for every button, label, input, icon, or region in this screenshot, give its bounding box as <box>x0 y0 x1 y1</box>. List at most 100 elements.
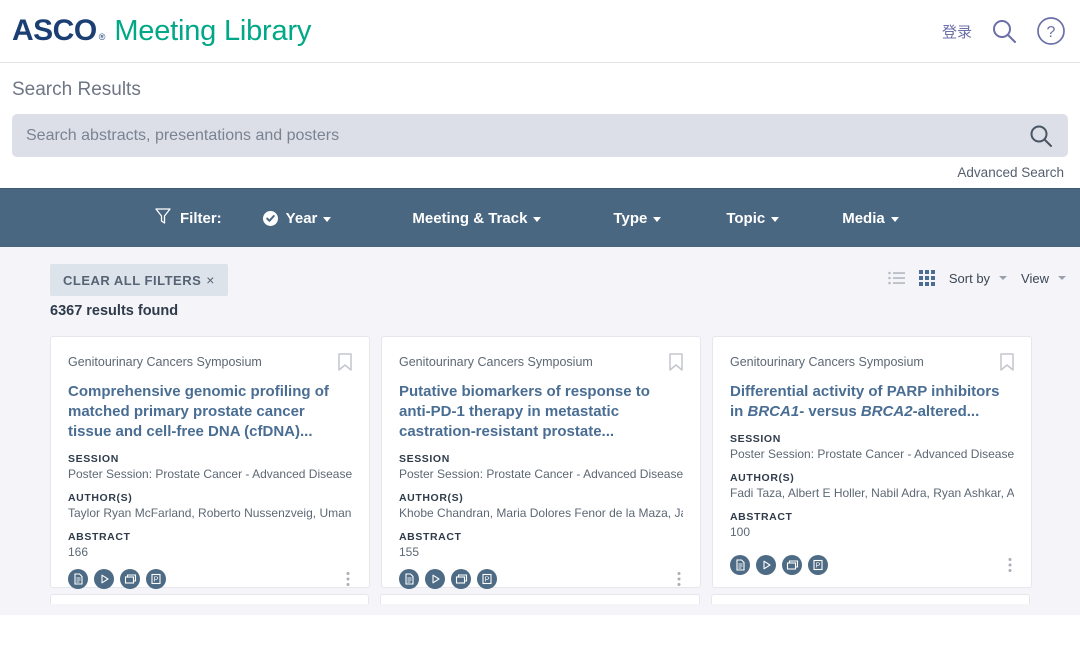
site-logo[interactable]: ASCO ® Meeting Library <box>12 14 311 48</box>
card-header: Genitourinary Cancers Symposium <box>730 353 1014 371</box>
abstract-value: 166 <box>68 545 89 560</box>
sort-by-dropdown[interactable]: Sort by <box>948 270 1008 286</box>
result-card[interactable] <box>710 594 1030 604</box>
more-vertical-icon[interactable] <box>346 571 352 587</box>
slides-icon[interactable] <box>451 569 471 590</box>
result-card[interactable]: Genitourinary Cancers Symposium Comprehe… <box>50 336 370 590</box>
card-header: Genitourinary Cancers Symposium <box>68 353 352 371</box>
slides-icon[interactable] <box>120 569 140 590</box>
card-authors-field: AUTHOR(S) Taylor Ryan McFarland, Roberto… <box>68 492 352 520</box>
card-meeting-name: Genitourinary Cancers Symposium <box>399 355 593 369</box>
document-icon[interactable] <box>68 569 88 590</box>
card-abstract-field: ABSTRACT 166 <box>68 531 352 559</box>
results-count: 6367 results found <box>50 303 179 319</box>
card-title[interactable]: Differential activity of PARP inhibitors… <box>730 382 1014 422</box>
more-vertical-icon[interactable] <box>677 571 683 587</box>
card-actions: P <box>68 559 352 590</box>
session-value: Poster Session: Prostate Cancer - Advanc… <box>68 467 352 482</box>
list-view-icon[interactable] <box>888 271 905 285</box>
abstract-label: ABSTRACT <box>730 511 793 524</box>
card-title[interactable]: Comprehensive genomic profiling of match… <box>68 382 352 442</box>
video-play-icon[interactable] <box>425 569 445 590</box>
poster-icon[interactable]: P <box>146 569 166 590</box>
chevron-down-icon <box>999 276 1008 280</box>
page-title: Search Results <box>12 79 141 100</box>
card-actions: P <box>399 559 683 590</box>
filter-funnel-icon <box>155 207 171 229</box>
search-icon[interactable] <box>990 17 1018 45</box>
search-panel: Search Results Advanced Search <box>0 63 1080 188</box>
filter-media-label: Media <box>842 209 885 227</box>
filter-dropdown-type[interactable]: Type <box>613 209 662 227</box>
sort-by-label: Sort by <box>948 270 991 286</box>
bookmark-outline-icon[interactable] <box>338 353 352 371</box>
video-play-icon[interactable] <box>94 569 114 590</box>
chevron-down-icon <box>1058 276 1066 280</box>
view-label: View <box>1021 270 1049 286</box>
card-action-icons: P <box>399 569 497 590</box>
bookmark-outline-icon[interactable] <box>669 353 683 371</box>
card-title[interactable]: Putative biomarkers of response to anti-… <box>399 382 683 442</box>
filter-dropdown-media[interactable]: Media <box>842 210 899 227</box>
card-abstract-field: ABSTRACT 155 <box>399 531 683 559</box>
document-icon[interactable] <box>399 569 419 590</box>
authors-label: AUTHOR(S) <box>68 492 133 505</box>
logo-asco-text: ASCO <box>12 14 97 47</box>
video-play-icon[interactable] <box>756 555 776 575</box>
poster-icon[interactable]: P <box>477 569 497 590</box>
session-label: SESSION <box>399 453 450 466</box>
document-icon[interactable] <box>730 555 750 575</box>
check-circle-icon <box>262 210 278 226</box>
session-value: Poster Session: Prostate Cancer - Advanc… <box>730 447 1014 462</box>
search-input[interactable] <box>26 126 1028 145</box>
session-label: SESSION <box>730 433 781 446</box>
result-card[interactable]: Genitourinary Cancers Symposium Differen… <box>712 336 1032 588</box>
result-card[interactable] <box>380 594 700 604</box>
card-header: Genitourinary Cancers Symposium <box>399 353 683 371</box>
chevron-down-icon <box>323 216 332 222</box>
card-action-icons: P <box>730 555 828 575</box>
results-toolbar: CLEAR ALL FILTERS × 6367 results found S… <box>12 247 1068 319</box>
abstract-value: 155 <box>399 545 420 560</box>
filter-dropdown-meeting-track[interactable]: Meeting & Track <box>412 210 542 227</box>
result-card[interactable] <box>50 594 370 604</box>
card-session-field: SESSION Poster Session: Prostate Cancer … <box>68 453 352 481</box>
filter-dropdown-year[interactable]: Year <box>262 210 332 227</box>
advanced-search-row: Advanced Search <box>12 157 1068 182</box>
advanced-search-link[interactable]: Advanced Search <box>957 165 1064 180</box>
session-value: Poster Session: Prostate Cancer - Advanc… <box>399 467 683 482</box>
slides-icon[interactable] <box>782 555 802 575</box>
filter-type-label: Type <box>613 209 648 227</box>
clear-all-filters-button[interactable]: CLEAR ALL FILTERS × <box>50 264 228 296</box>
results-next-row-peek <box>12 594 1068 604</box>
results-area: CLEAR ALL FILTERS × 6367 results found S… <box>0 247 1080 615</box>
chevron-down-icon <box>771 216 780 222</box>
search-submit-icon[interactable] <box>1028 123 1054 149</box>
help-circle-icon[interactable]: ? <box>1036 16 1066 46</box>
filter-dropdown-topic[interactable]: Topic <box>726 210 780 227</box>
bookmark-outline-icon[interactable] <box>1000 353 1014 371</box>
result-card[interactable]: Genitourinary Cancers Symposium Putative… <box>381 336 701 590</box>
authors-value: Taylor Ryan McFarland, Roberto Nussenzve… <box>68 506 352 521</box>
grid-view-icon[interactable] <box>918 270 935 286</box>
chevron-down-icon <box>533 216 542 222</box>
view-dropdown[interactable]: View <box>1021 271 1066 286</box>
card-actions: P <box>730 545 1014 575</box>
results-left-group: CLEAR ALL FILTERS × 6367 results found <box>12 264 228 319</box>
more-vertical-icon[interactable] <box>1008 557 1014 573</box>
svg-text:P: P <box>154 577 159 584</box>
card-session-field: SESSION Poster Session: Prostate Cancer … <box>730 433 1014 461</box>
filter-bar: Filter: Year Meeting & Track Type Topic … <box>0 188 1080 247</box>
view-controls: Sort by View <box>888 264 1068 286</box>
card-action-icons: P <box>68 569 166 590</box>
card-authors-field: AUTHOR(S) Fadi Taza, Albert E Holler, Na… <box>730 472 1014 500</box>
card-session-field: SESSION Poster Session: Prostate Cancer … <box>399 453 683 481</box>
search-bar[interactable] <box>12 114 1068 157</box>
authors-label: AUTHOR(S) <box>399 492 464 505</box>
card-meeting-name: Genitourinary Cancers Symposium <box>68 355 262 369</box>
poster-icon[interactable]: P <box>808 555 828 575</box>
abstract-value: 100 <box>730 525 751 540</box>
login-link[interactable]: 登录 <box>942 21 972 42</box>
abstract-label: ABSTRACT <box>68 531 131 544</box>
session-label: SESSION <box>68 453 119 466</box>
